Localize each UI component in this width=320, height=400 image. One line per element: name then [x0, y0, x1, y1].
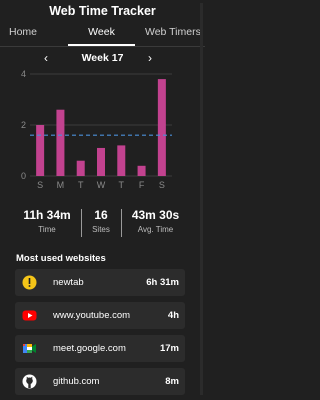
site-duration: 6h 31m — [146, 277, 179, 288]
site-row-github[interactable]: github.com 8m — [15, 368, 185, 395]
total-time-label: Time — [38, 225, 56, 234]
week-label: Week 17 — [81, 52, 124, 64]
summary-stats: 11h 34m Time 16 Sites 43m 30s Avg. Time — [0, 208, 205, 242]
x-tick-label: F — [139, 180, 145, 190]
bar — [97, 147, 105, 176]
week-navigator: ‹ Week 17 › — [0, 51, 205, 67]
y-tick-label: 4 — [21, 69, 26, 79]
site-duration: 8m — [165, 376, 179, 387]
average-time-value: 43m 30s — [131, 208, 180, 222]
tab-home[interactable]: Home — [9, 26, 37, 38]
tab-divider — [0, 46, 205, 47]
sites-label: Sites — [92, 225, 110, 234]
x-tick-label: T — [78, 180, 84, 190]
average-time-stat: 43m 30s Avg. Time — [124, 208, 187, 234]
github-icon — [22, 374, 37, 389]
youtube-icon — [22, 310, 37, 321]
bar — [137, 165, 146, 176]
average-time-label: Avg. Time — [137, 225, 174, 234]
site-duration: 17m — [159, 343, 179, 354]
weekly-usage-chart: 0 2 4 S M T W T F S — [21, 69, 172, 190]
next-week-button[interactable]: › — [148, 51, 152, 65]
x-tick-label: W — [97, 180, 106, 190]
site-row-youtube[interactable]: www.youtube.com 4h — [15, 302, 185, 329]
y-tick-label: 0 — [21, 171, 26, 181]
site-row-google-meet[interactable]: meet.google.com 17m — [15, 335, 185, 362]
app-title: Web Time Tracker — [49, 4, 156, 18]
bar — [76, 160, 85, 176]
y-tick-label: 2 — [21, 120, 26, 130]
total-time-stat: 11h 34m Time — [15, 208, 79, 234]
tab-week[interactable]: Week — [68, 26, 135, 38]
bar — [56, 109, 65, 176]
site-name: meet.google.com — [53, 343, 126, 354]
bar — [157, 79, 166, 176]
most-used-title: Most used websites — [16, 253, 106, 264]
total-time-value: 11h 34m — [23, 208, 71, 222]
sites-stat: 16 Sites — [85, 208, 117, 234]
site-row-newtab[interactable]: newtab 6h 31m — [15, 269, 185, 296]
x-tick-label: T — [119, 180, 125, 190]
site-name: newtab — [53, 277, 84, 288]
tab-web-timers[interactable]: Web Timers — [145, 26, 201, 38]
sites-value: 16 — [94, 208, 108, 222]
x-tick-label: S — [159, 180, 165, 190]
bar — [36, 125, 45, 176]
google-meet-icon — [23, 344, 36, 353]
site-duration: 4h — [167, 310, 179, 321]
site-name: github.com — [53, 376, 100, 387]
stats-divider — [121, 209, 122, 237]
x-tick-label: M — [57, 180, 65, 190]
tab-bar: Home Week Web Timers — [0, 26, 205, 46]
warning-icon — [22, 275, 37, 290]
stats-divider — [81, 209, 82, 237]
site-name: www.youtube.com — [53, 310, 131, 321]
x-tick-label: S — [37, 180, 43, 190]
bar — [117, 145, 126, 176]
scrollbar[interactable] — [200, 3, 203, 395]
